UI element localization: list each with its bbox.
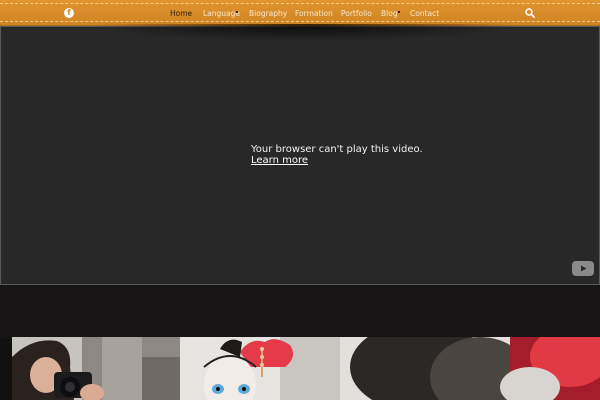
gallery-photo[interactable] xyxy=(340,337,600,400)
submenu-indicator xyxy=(236,11,238,13)
page: f Home Language Biography Formation Port… xyxy=(0,0,600,400)
youtube-icon[interactable] xyxy=(572,261,594,276)
video-error-message: Your browser can't play this video. Lear… xyxy=(251,144,423,166)
photo-gallery xyxy=(0,337,600,400)
learn-more-link[interactable]: Learn more xyxy=(251,155,423,166)
nav-item-biography[interactable]: Biography xyxy=(249,0,287,26)
nav-item-portfolio[interactable]: Portfolio xyxy=(341,0,372,26)
video-error-text: Your browser can't play this video. xyxy=(251,144,423,155)
video-player[interactable]: Your browser can't play this video. Lear… xyxy=(0,26,600,285)
nav-item-home[interactable]: Home xyxy=(170,0,192,26)
nav-item-language[interactable]: Language xyxy=(203,0,240,26)
top-navigation-bar: f Home Language Biography Formation Port… xyxy=(0,0,600,26)
gallery-photo[interactable] xyxy=(180,337,340,400)
nav-item-blog[interactable]: Blog xyxy=(381,0,398,26)
header-shadow xyxy=(90,24,520,42)
nav-item-contact[interactable]: Contact xyxy=(410,0,439,26)
main-nav: Home Language Biography Formation Portfo… xyxy=(0,0,600,26)
section-divider-band xyxy=(0,285,600,337)
submenu-indicator xyxy=(398,11,400,13)
search-icon[interactable] xyxy=(525,8,535,18)
gallery-photo[interactable] xyxy=(12,337,180,400)
nav-item-formation[interactable]: Formation xyxy=(295,0,333,26)
